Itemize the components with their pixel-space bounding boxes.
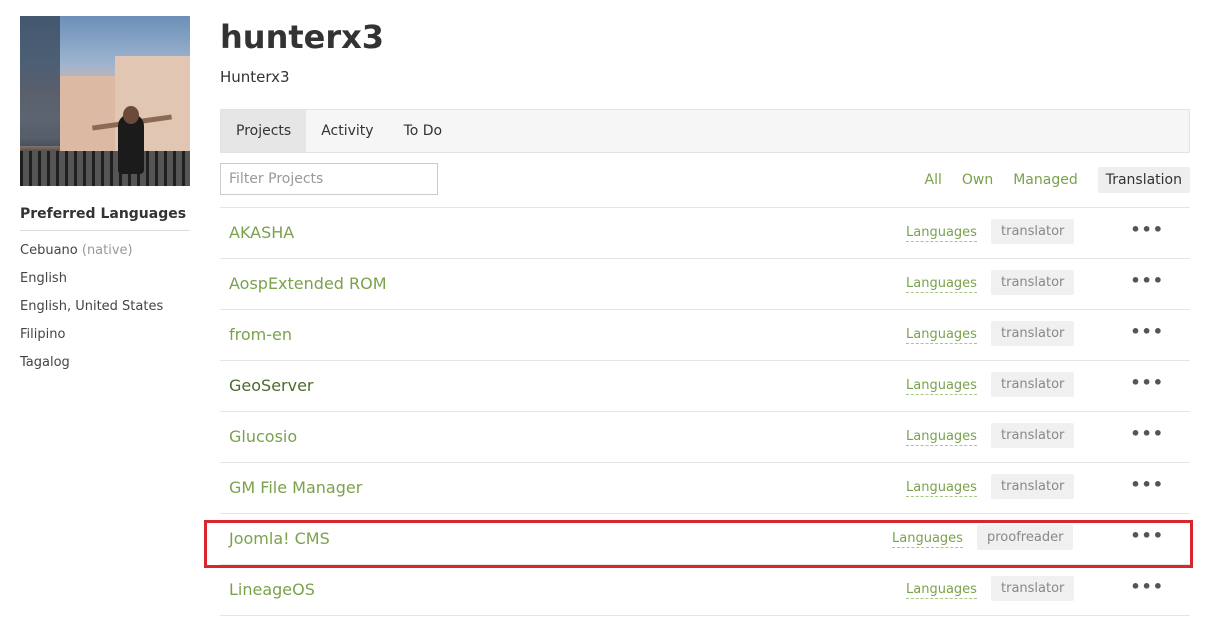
role-badge: translator (991, 576, 1075, 601)
more-options-icon[interactable]: ••• (1130, 322, 1164, 341)
filter-projects-input[interactable] (220, 163, 438, 195)
filter-all[interactable]: All (925, 172, 942, 188)
preferred-languages-heading: Preferred Languages (20, 206, 190, 231)
language-name: Cebuano (20, 243, 78, 258)
filter-own[interactable]: Own (962, 172, 993, 188)
languages-link[interactable]: Languages (906, 327, 977, 344)
more-options-icon[interactable]: ••• (1130, 424, 1164, 443)
project-row: Glucosio Languages translator ••• (220, 412, 1190, 463)
language-native-note: (native) (81, 243, 133, 258)
language-item: Tagalog (20, 354, 163, 382)
project-name-link[interactable]: AospExtended ROM (229, 274, 387, 293)
languages-link[interactable]: Languages (906, 480, 977, 497)
filter-managed[interactable]: Managed (1013, 172, 1078, 188)
languages-link[interactable]: Languages (906, 582, 977, 599)
language-item: English, United States (20, 298, 163, 326)
tab-projects[interactable]: Projects (221, 110, 307, 152)
role-badge: translator (991, 219, 1075, 244)
project-row: from-en Languages translator ••• (220, 310, 1190, 361)
page-title: hunterx3 (220, 18, 385, 56)
language-name: English (20, 271, 67, 286)
tab-todo[interactable]: To Do (389, 110, 458, 152)
more-options-icon[interactable]: ••• (1130, 475, 1164, 494)
avatar-photo-detail (20, 151, 190, 186)
role-badge: translator (991, 270, 1075, 295)
role-badge: translator (991, 423, 1075, 448)
languages-link[interactable]: Languages (906, 276, 977, 293)
languages-link[interactable]: Languages (906, 378, 977, 395)
role-badge: proofreader (977, 525, 1074, 550)
project-name-link[interactable]: from-en (229, 325, 292, 344)
project-row: AKASHA Languages translator ••• (220, 208, 1190, 259)
project-row: GeoServer Languages translator ••• (220, 361, 1190, 412)
profile-tabs: Projects Activity To Do (220, 109, 1190, 153)
languages-link[interactable]: Languages (906, 225, 977, 242)
project-row: Joomla! CMS Languages proofreader ••• (220, 514, 1190, 565)
more-options-icon[interactable]: ••• (1130, 220, 1164, 239)
tab-activity[interactable]: Activity (306, 110, 388, 152)
project-name-link[interactable]: Joomla! CMS (229, 529, 330, 548)
languages-link[interactable]: Languages (892, 531, 963, 548)
preferred-languages-list: Cebuano (native) English English, United… (20, 242, 163, 382)
more-options-icon[interactable]: ••• (1130, 271, 1164, 290)
language-item: English (20, 270, 163, 298)
avatar-photo-detail (20, 16, 60, 146)
avatar (20, 16, 190, 186)
role-badge: translator (991, 321, 1075, 346)
language-name: Filipino (20, 327, 66, 342)
project-name-link[interactable]: GM File Manager (229, 478, 362, 497)
more-options-icon[interactable]: ••• (1130, 526, 1164, 545)
language-name: Tagalog (20, 355, 70, 370)
project-row: AospExtended ROM Languages translator ••… (220, 259, 1190, 310)
project-name-link[interactable]: Glucosio (229, 427, 297, 446)
project-filter-options: All Own Managed Translation (905, 167, 1190, 193)
filter-translation[interactable]: Translation (1097, 167, 1190, 193)
more-options-icon[interactable]: ••• (1130, 373, 1164, 392)
role-badge: translator (991, 372, 1075, 397)
language-name: English, United States (20, 299, 164, 314)
project-name-link[interactable]: AKASHA (229, 223, 294, 242)
more-options-icon[interactable]: ••• (1130, 577, 1164, 596)
language-item: Cebuano (native) (20, 242, 163, 270)
project-name-link[interactable]: GeoServer (229, 376, 314, 395)
role-badge: translator (991, 474, 1075, 499)
project-row: GM File Manager Languages translator ••• (220, 463, 1190, 514)
languages-link[interactable]: Languages (906, 429, 977, 446)
project-row: LineageOS Languages translator ••• (220, 565, 1190, 616)
language-item: Filipino (20, 326, 163, 354)
project-list: AKASHA Languages translator ••• AospExte… (220, 207, 1190, 616)
project-name-link[interactable]: LineageOS (229, 580, 315, 599)
avatar-photo-detail (60, 76, 120, 156)
user-full-name: Hunterx3 (220, 68, 290, 86)
avatar-photo-detail (123, 106, 139, 124)
